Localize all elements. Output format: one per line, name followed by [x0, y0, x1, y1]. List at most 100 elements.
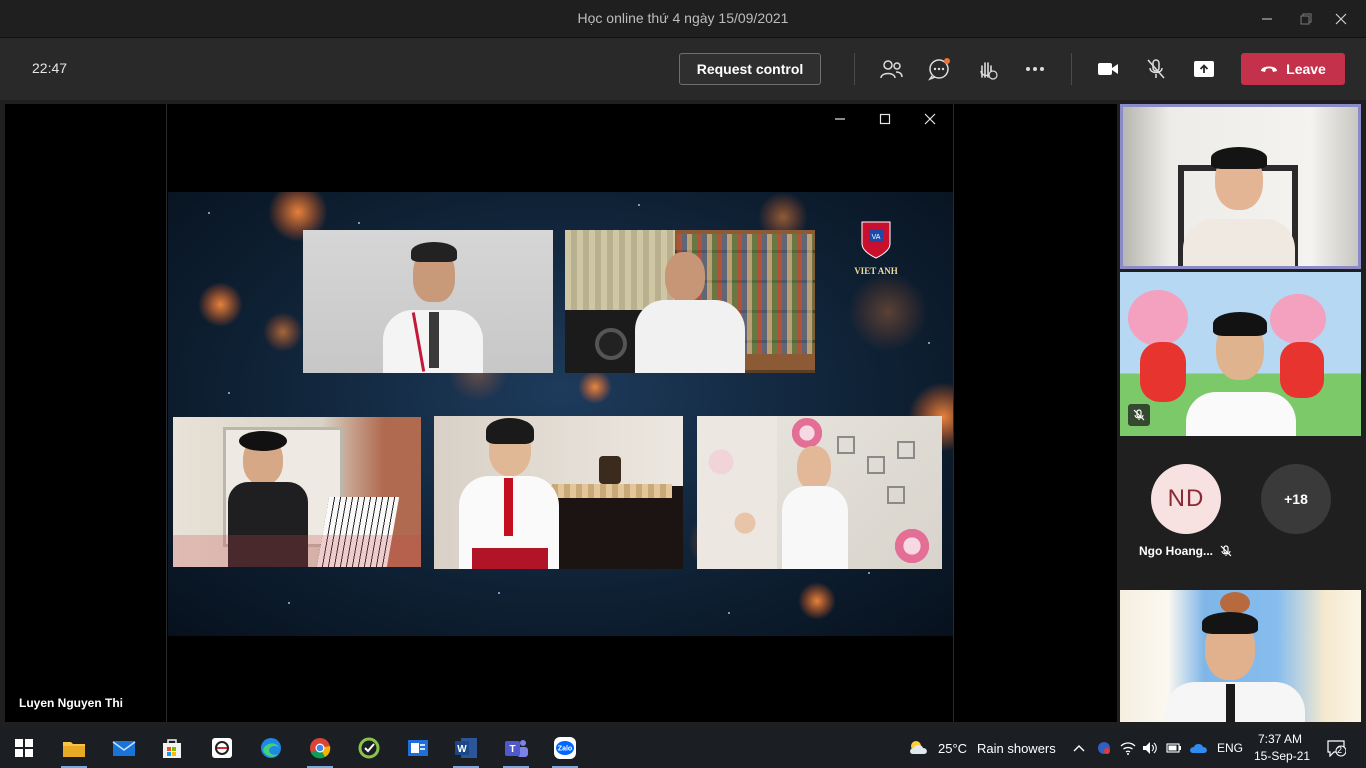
folder-icon [63, 742, 85, 757]
wifi-icon [1120, 742, 1136, 755]
leave-button[interactable]: Leave [1241, 53, 1345, 85]
video-tile-student-singer [434, 416, 683, 569]
mail-icon [112, 741, 136, 756]
word-button[interactable]: W [453, 736, 479, 760]
more-actions-button[interactable] [1021, 55, 1049, 83]
participants-gallery: ND Ngo Hoang... +18 [1117, 104, 1366, 722]
people-icon [880, 60, 903, 79]
word-icon: W [455, 738, 477, 758]
avatar[interactable]: ND [1151, 464, 1221, 534]
chevron-up-icon [1073, 745, 1085, 752]
video-tile-singer [565, 230, 815, 373]
clock-time[interactable]: 7:37 AM [1258, 732, 1302, 746]
refresh-app-icon [358, 737, 380, 759]
battery-icon [1166, 743, 1181, 753]
avatar-name: Ngo Hoang... [1139, 544, 1213, 558]
video-tile-pianist [173, 417, 421, 567]
logo-text: VIET ANH [854, 266, 898, 276]
participant-video-tile[interactable] [1120, 272, 1361, 436]
restore-icon [1300, 13, 1312, 25]
windows-icon [15, 739, 33, 757]
zalo-button[interactable]: Zalo [552, 736, 578, 760]
app-icon [212, 738, 232, 758]
speaker-icon [1143, 742, 1157, 754]
meeting-timer: 22:47 [32, 60, 68, 76]
video-tile-teacher [303, 230, 553, 373]
muted-badge [1128, 404, 1150, 426]
shared-minimize-icon [825, 110, 855, 128]
start-button[interactable] [11, 736, 37, 760]
cloud-rain-icon [910, 741, 927, 754]
file-explorer-button[interactable] [61, 736, 87, 760]
viet-anh-logo: VA VIET ANH [848, 220, 904, 276]
show-hidden-icons-button[interactable] [1068, 736, 1090, 760]
app-button[interactable] [405, 736, 431, 760]
hang-up-icon [1261, 66, 1278, 72]
edge-icon [261, 738, 281, 758]
presentation-icon [408, 740, 428, 756]
request-control-button[interactable]: Request control [679, 53, 821, 85]
camera-toggle-button[interactable] [1094, 55, 1122, 83]
wifi-button[interactable] [1118, 736, 1138, 760]
stage-divider [166, 104, 167, 722]
camera-icon [1098, 63, 1118, 75]
mic-off-icon [1133, 409, 1145, 421]
svg-text:VA: VA [872, 234, 881, 241]
shared-maximize-icon [870, 110, 900, 128]
weather-temp: 25°C [938, 741, 968, 756]
participant-video-tile[interactable] [1120, 104, 1361, 269]
svg-text:W: W [457, 744, 467, 755]
chrome-icon [310, 738, 331, 759]
zalo-icon: Zalo [554, 737, 576, 759]
mic-toggle-button[interactable] [1142, 55, 1170, 83]
more-icon [1026, 67, 1044, 71]
weather-desc: Rain showers [977, 741, 1056, 756]
chat-button[interactable] [925, 55, 953, 83]
toolbar-divider [854, 53, 855, 85]
app-button[interactable] [209, 736, 235, 760]
participants-button[interactable] [877, 55, 905, 83]
participant-video-tile[interactable] [1120, 590, 1361, 722]
mail-button[interactable] [111, 736, 137, 760]
edge-button[interactable] [258, 736, 284, 760]
language-indicator[interactable]: ENG [1217, 741, 1243, 755]
cloud-icon [1190, 744, 1207, 753]
onedrive-button[interactable] [1188, 736, 1210, 760]
school-crest-icon: VA [861, 221, 891, 259]
store-button[interactable] [159, 736, 185, 760]
window-title: Học online thứ 4 ngày 15/09/2021 [577, 10, 789, 26]
store-icon [163, 739, 181, 758]
battery-button[interactable] [1164, 736, 1184, 760]
teams-button[interactable]: T [503, 736, 529, 760]
tray-app-icon[interactable] [1094, 736, 1114, 760]
raise-hand-icon [980, 62, 998, 80]
reactions-button[interactable] [973, 55, 1001, 83]
share-screen-icon [1194, 61, 1214, 77]
notification-center-button[interactable]: 2 [1322, 736, 1350, 760]
clock-date[interactable]: 15-Sep-21 [1254, 749, 1310, 763]
notification-icon [1327, 740, 1346, 757]
notification-count: 2 [1337, 745, 1343, 755]
overflow-participants-button[interactable]: +18 [1261, 464, 1331, 534]
overflow-count: +18 [1284, 491, 1308, 507]
taskbar: W T Zalo 25°C Rain showers ENG 7:37 AM 1… [0, 728, 1366, 768]
window-title-bar: Học online thứ 4 ngày 15/09/2021 [0, 0, 1366, 38]
mic-off-icon [1147, 59, 1165, 79]
speaker-name: Luyen Nguyen Thi [19, 696, 124, 710]
share-content-button[interactable] [1190, 55, 1218, 83]
volume-button[interactable] [1140, 736, 1160, 760]
leave-label: Leave [1286, 61, 1326, 77]
avatar-mic-off-icon [1220, 544, 1232, 562]
app-button[interactable] [356, 736, 382, 760]
close-icon [1335, 13, 1347, 25]
svg-text:T: T [509, 744, 515, 755]
weather-widget[interactable] [906, 736, 932, 760]
teams-icon: T [505, 740, 528, 757]
shield-icon [1098, 742, 1110, 754]
svg-text:Zalo: Zalo [558, 746, 572, 753]
chrome-button[interactable] [307, 736, 333, 760]
stage-divider [953, 104, 954, 722]
close-window-button[interactable] [1318, 0, 1364, 38]
main-stage: VA VIET ANH Luyen Nguyen Thi [5, 104, 1117, 722]
video-tile-girl-flowers [697, 416, 942, 569]
